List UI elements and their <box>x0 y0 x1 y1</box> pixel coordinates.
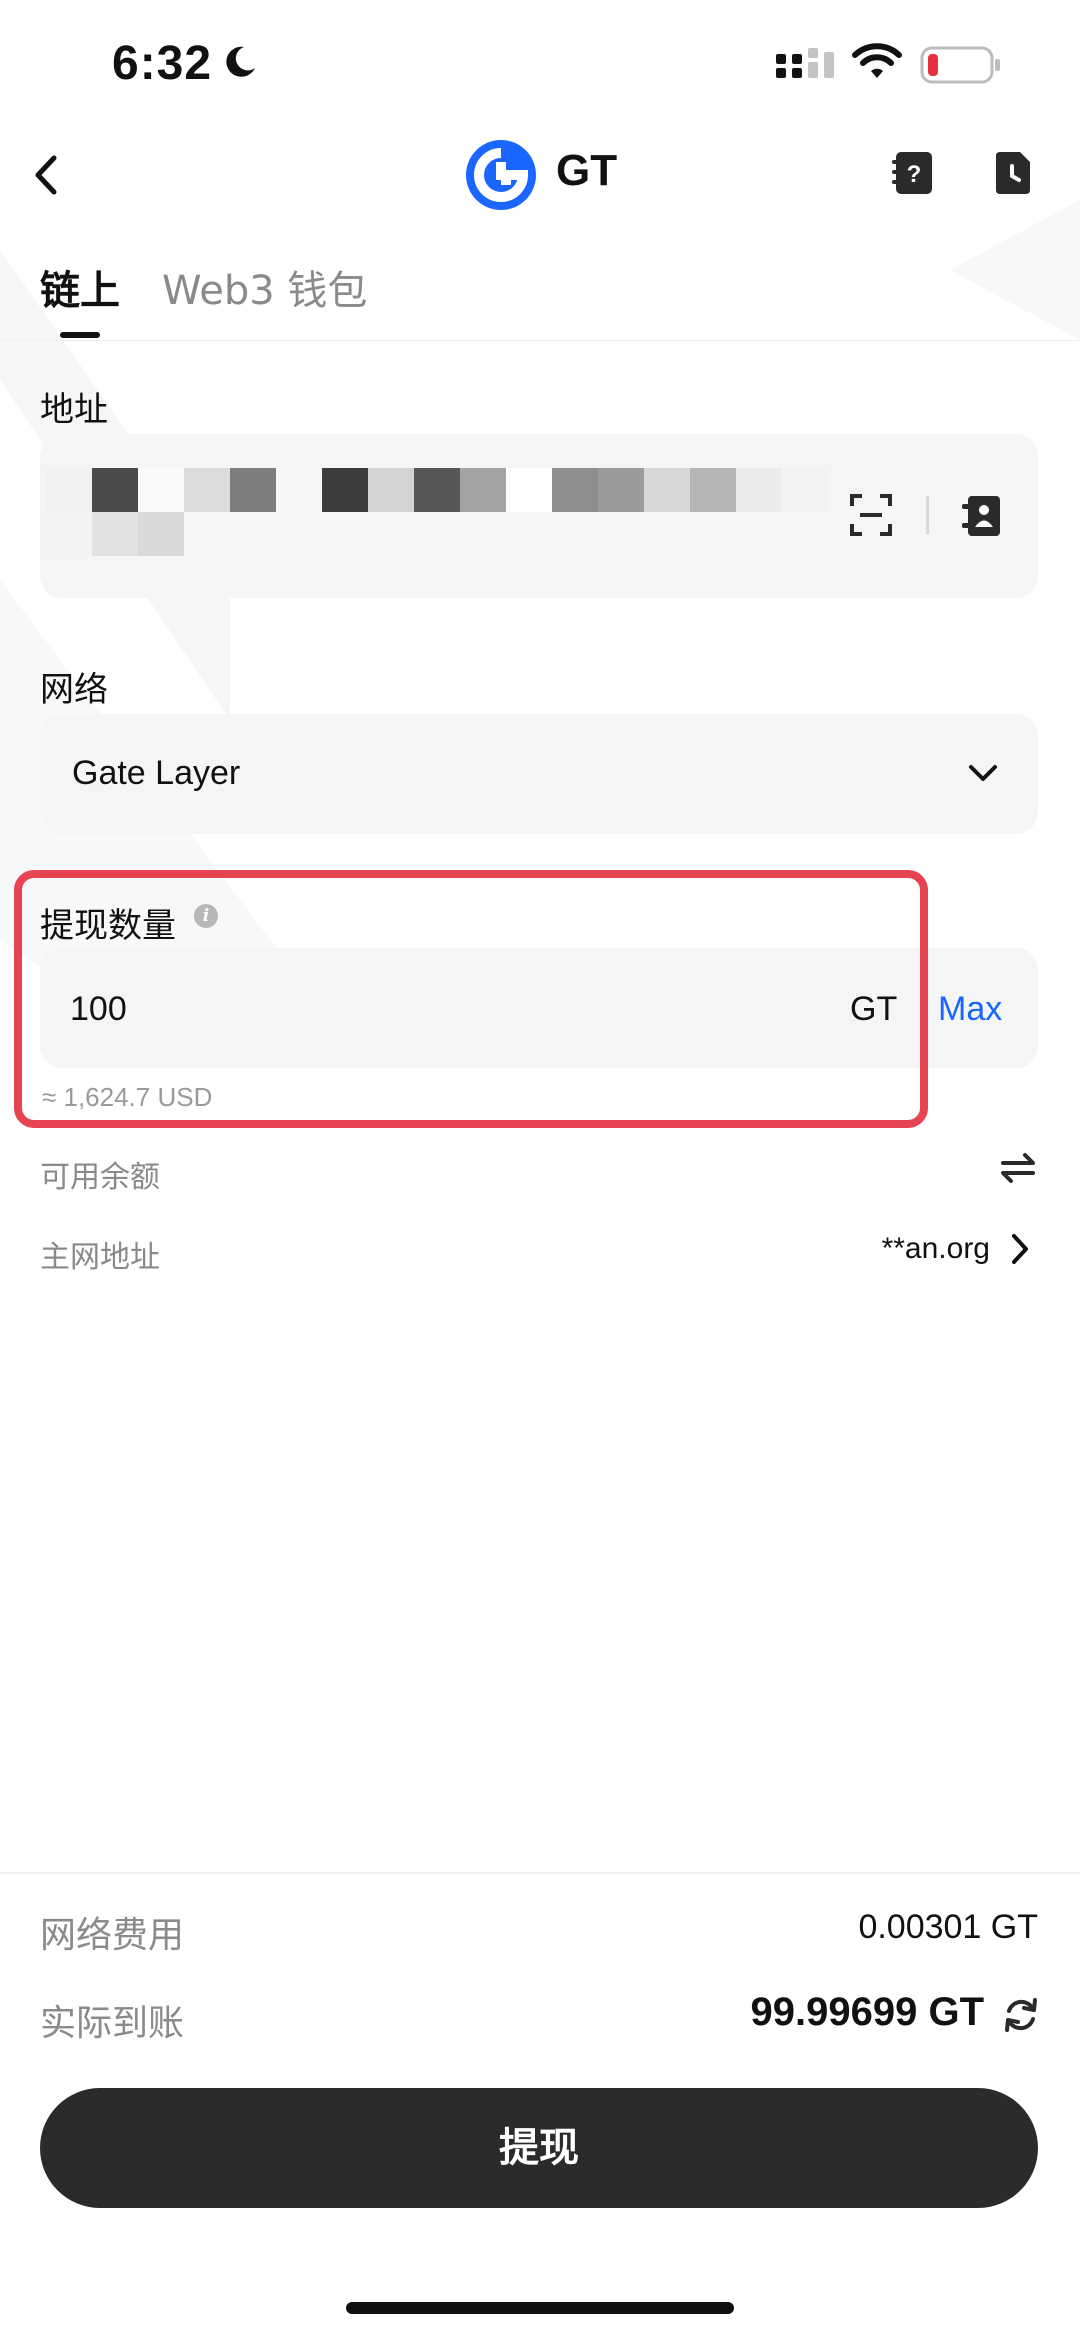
cellular-signal-icon <box>776 48 834 78</box>
svg-text:?: ? <box>907 161 922 188</box>
network-select[interactable]: Gate Layer <box>40 714 1038 834</box>
back-arrow-icon[interactable] <box>30 152 66 198</box>
max-button[interactable]: Max <box>938 990 1002 1029</box>
chevron-right-icon[interactable] <box>1008 1232 1032 1266</box>
mainnet-address-label: 主网地址 <box>40 1240 160 1275</box>
available-balance-label: 可用余额 <box>40 1160 160 1195</box>
network-fee-label: 网络费用 <box>40 1915 185 1956</box>
swap-arrows-icon[interactable] <box>1000 1152 1036 1184</box>
chevron-down-icon <box>969 765 997 781</box>
address-value-redacted <box>46 468 836 568</box>
active-tab-indicator <box>60 332 100 338</box>
help-doc-icon[interactable]: ? <box>892 150 934 196</box>
usd-estimate: ≈ 1,624.7 USD <box>42 1082 213 1112</box>
address-field[interactable] <box>40 434 1038 598</box>
page-title: GT <box>556 146 618 195</box>
home-indicator <box>346 2302 734 2314</box>
network-label: 网络 <box>40 670 108 710</box>
scan-qr-icon[interactable] <box>850 494 892 536</box>
bottom-divider <box>0 1872 1080 1874</box>
history-doc-icon[interactable] <box>994 150 1032 196</box>
refresh-icon[interactable] <box>1002 1996 1040 2034</box>
address-actions-separator <box>926 496 929 534</box>
status-time: 6:32 <box>112 37 213 90</box>
withdraw-button[interactable]: 提现 <box>40 2088 1038 2208</box>
actual-received-value: 99.99699 GT <box>750 1990 985 2034</box>
mainnet-address-value[interactable]: **an.org <box>882 1232 990 1266</box>
actual-received-label: 实际到账 <box>40 2003 185 2044</box>
address-book-icon[interactable] <box>960 494 1002 538</box>
tab-web3-wallet[interactable]: Web3 钱包 <box>162 258 367 316</box>
address-label: 地址 <box>40 390 108 430</box>
battery-icon <box>920 46 1000 84</box>
network-fee-value: 0.00301 GT <box>858 1908 1038 1946</box>
tab-onchain[interactable]: 链上 <box>40 258 120 316</box>
moon-icon <box>226 46 255 77</box>
gt-coin-icon <box>466 140 536 210</box>
network-value: Gate Layer <box>72 754 241 792</box>
tabs-divider <box>0 340 1080 341</box>
wifi-icon <box>852 43 902 78</box>
